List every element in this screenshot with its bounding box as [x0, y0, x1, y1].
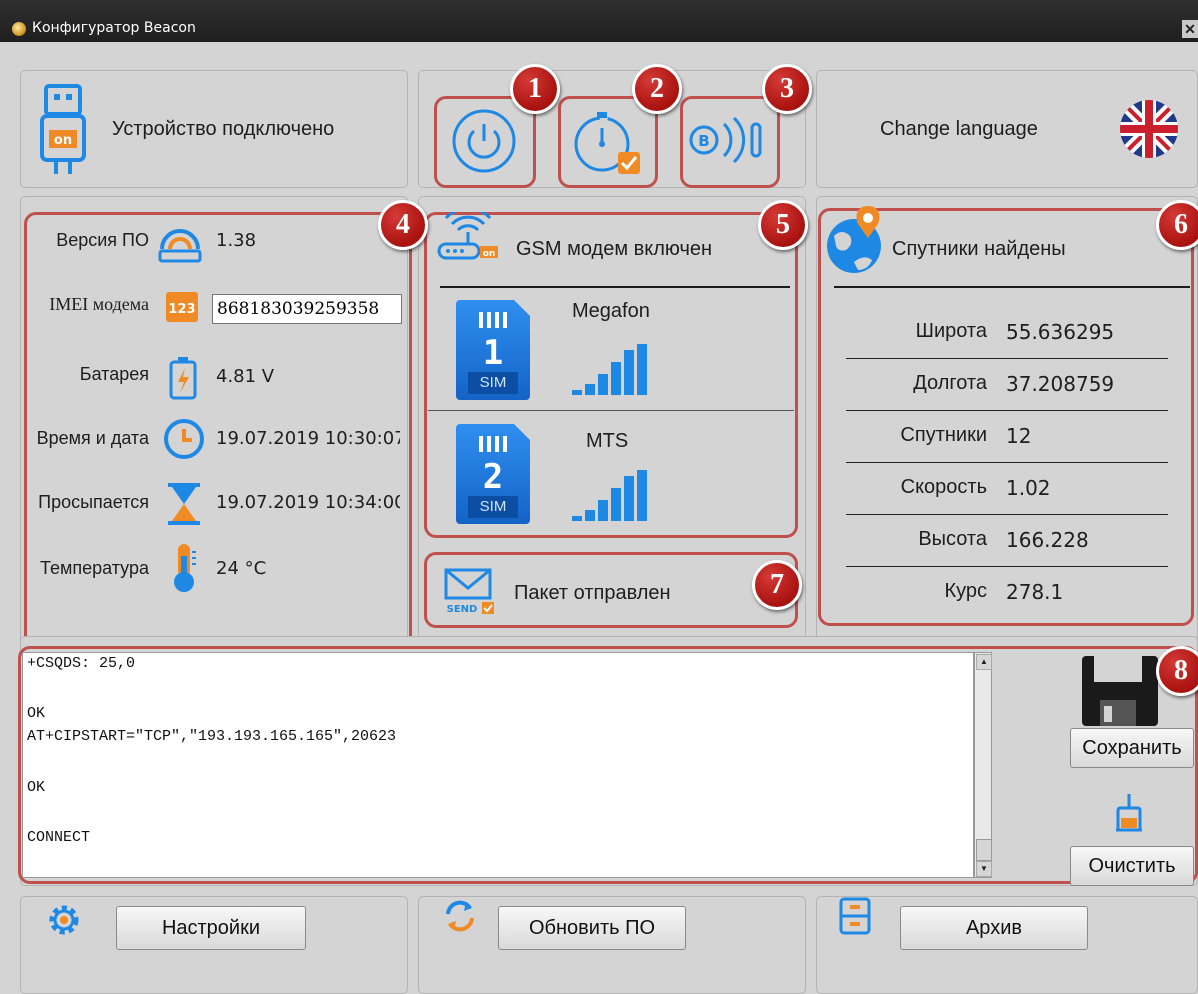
- gps-row-divider: [846, 358, 1168, 359]
- badge-1: 1: [510, 64, 560, 114]
- sim-divider: [428, 410, 794, 411]
- send-mail-icon: SEND: [444, 568, 494, 615]
- gps-row-divider: [846, 462, 1168, 463]
- clock-icon: [164, 419, 204, 459]
- battery-label: Батарея: [79, 364, 149, 384]
- clear-button[interactable]: Очистить: [1070, 846, 1194, 886]
- timer-check-icon[interactable]: [568, 106, 648, 178]
- scroll-down-icon[interactable]: ▼: [976, 861, 992, 877]
- sim2-number: 2: [482, 457, 504, 497]
- gps-row-value: 166.228: [1006, 528, 1089, 552]
- sim2-signal-icon: [572, 470, 647, 521]
- uk-flag-icon[interactable]: [1118, 98, 1180, 160]
- device-status: Устройство подключено: [112, 118, 335, 140]
- sim1-tag: SIM: [468, 372, 518, 394]
- gps-divider: [834, 286, 1190, 288]
- save-floppy-icon[interactable]: [1080, 654, 1160, 728]
- hourglass-icon: [168, 483, 200, 525]
- firmware-value: 1.38: [216, 230, 257, 251]
- temperature-value: 24 °C: [216, 558, 267, 579]
- usb-on-icon: on: [40, 84, 86, 174]
- gps-row-label: Спутники: [900, 424, 987, 446]
- beacon-icon[interactable]: B: [686, 112, 774, 170]
- gps-row-value: 37.208759: [1006, 372, 1115, 396]
- app-icon: [12, 22, 26, 36]
- imei-icon: 123: [166, 292, 198, 322]
- main-window: on Устройство подключено B Change langua…: [0, 42, 1198, 994]
- sim1-signal-icon: [572, 344, 647, 395]
- window-title: Конфигуратор Beacon: [32, 20, 196, 36]
- badge-2: 2: [632, 64, 682, 114]
- scroll-up-icon[interactable]: ▲: [976, 654, 992, 670]
- log-line: AT+CIPSTART="TCP","193.193.165.165",2062…: [27, 728, 397, 745]
- firmware-label: Версия ПО: [56, 230, 149, 250]
- gps-row-label: Широта: [915, 320, 987, 342]
- sim1-operator: Megafon: [572, 300, 650, 322]
- gsm-status: GSM модем включен: [516, 238, 713, 260]
- gps-row-value: 278.1: [1006, 580, 1064, 604]
- log-line: CONNECT: [27, 829, 91, 846]
- gps-row-label: Высота: [918, 528, 987, 550]
- scroll-thumb[interactable]: [976, 839, 992, 861]
- gps-row-value: 1.02: [1006, 476, 1051, 500]
- archive-button[interactable]: Архив: [900, 906, 1088, 950]
- battery-value: 4.81 V: [216, 366, 275, 387]
- svg-text:on: on: [483, 249, 496, 259]
- log-line: +CSQDS: 25,0: [27, 655, 136, 672]
- log-line: OK: [27, 779, 46, 796]
- imei-field[interactable]: [212, 294, 402, 324]
- gps-row-label: Скорость: [900, 476, 987, 498]
- gps-row-value: 55.636295: [1006, 320, 1115, 344]
- gps-status: Спутники найдены: [892, 238, 1066, 260]
- svg-text:123: 123: [168, 302, 195, 317]
- log-console[interactable]: +CSQDS: 25,0 OK AT+CIPSTART="TCP","193.1…: [22, 652, 974, 878]
- badge-6: 6: [1156, 200, 1198, 250]
- title-bar: Конфигуратор Beacon ✕: [0, 0, 1198, 42]
- gps-row-label: Курс: [944, 580, 987, 602]
- sim2-operator: MTS: [586, 430, 629, 452]
- gps-row-label: Долгота: [913, 372, 987, 394]
- log-scrollbar[interactable]: ▲ ▼: [974, 652, 992, 878]
- svg-text:B: B: [698, 132, 709, 150]
- update-firmware-button[interactable]: Обновить ПО: [498, 906, 686, 950]
- battery-icon: [169, 357, 197, 400]
- gear-icon: [49, 905, 79, 935]
- wake-value: 19.07.2019 10:34:00: [216, 492, 400, 513]
- wake-label: Просыпается: [38, 492, 149, 512]
- temperature-label: Температура: [39, 558, 149, 578]
- svg-text:on: on: [54, 133, 72, 148]
- badge-5: 5: [758, 200, 808, 250]
- globe-pin-icon: [827, 206, 881, 273]
- sim2-icon: 2 SIM: [456, 424, 530, 524]
- gps-row-divider: [846, 566, 1168, 567]
- packet-status: Пакет отправлен: [514, 582, 671, 604]
- svg-text:SEND: SEND: [447, 604, 478, 615]
- broom-icon: [1116, 794, 1142, 832]
- badge-3: 3: [762, 64, 812, 114]
- gps-row-divider: [846, 514, 1168, 515]
- gps-row-value: 12: [1006, 424, 1032, 448]
- gps-row-divider: [846, 410, 1168, 411]
- thermometer-icon: [174, 544, 196, 592]
- imei-label: IMEI модема: [49, 294, 149, 314]
- log-line: OK: [27, 705, 46, 722]
- sim1-icon: 1 SIM: [456, 300, 530, 400]
- modem-on-icon: on: [437, 212, 498, 260]
- firmware-icon: [158, 229, 202, 263]
- sim2-tag: SIM: [468, 496, 518, 518]
- datetime-value: 19.07.2019 10:30:07: [216, 428, 400, 449]
- badge-4: 4: [378, 200, 428, 250]
- close-button[interactable]: ✕: [1182, 20, 1198, 38]
- settings-button[interactable]: Настройки: [116, 906, 306, 950]
- archive-cabinet-icon: [839, 897, 871, 935]
- change-language-label: Change language: [880, 118, 1038, 140]
- power-icon[interactable]: [450, 107, 518, 175]
- sim1-number: 1: [482, 333, 504, 373]
- refresh-icon: [446, 900, 474, 932]
- badge-8: 8: [1156, 646, 1198, 696]
- save-button[interactable]: Сохранить: [1070, 728, 1194, 768]
- gsm-divider: [440, 286, 790, 288]
- badge-7: 7: [752, 560, 802, 610]
- datetime-label: Время и дата: [36, 428, 149, 448]
